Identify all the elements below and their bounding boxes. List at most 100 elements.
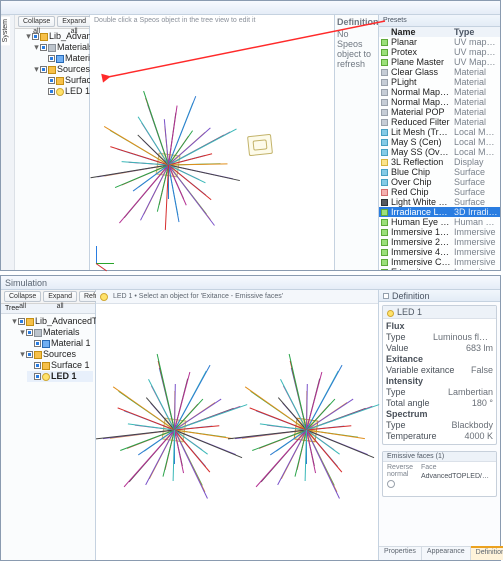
checkbox[interactable] xyxy=(40,44,47,51)
collapse-all-button[interactable]: Collapse all xyxy=(4,291,41,302)
preset-type: Immersive xyxy=(454,227,498,237)
preset-name: Clear Glass xyxy=(391,67,451,77)
checkbox[interactable] xyxy=(34,340,41,347)
preset-icon xyxy=(381,179,388,186)
checkbox[interactable] xyxy=(26,329,33,336)
preset-type: Immersive xyxy=(454,257,498,267)
tree-root[interactable]: ▾Lib_AdvancedTOPLED 48 ▾Materials Materi… xyxy=(11,316,93,382)
tree-material1[interactable]: Material 1 xyxy=(41,53,87,64)
preset-row[interactable]: Material POPMaterial xyxy=(379,107,500,117)
checkbox[interactable] xyxy=(48,88,55,95)
emissive-face-row[interactable]: AdvancedTOPLED/Lens/Remove 1 Fac xyxy=(421,473,492,480)
checkbox[interactable] xyxy=(48,77,55,84)
expand-icon[interactable]: ▾ xyxy=(33,64,40,75)
checkbox[interactable] xyxy=(34,362,41,369)
tree-materials[interactable]: ▾Materials Material 1 xyxy=(19,327,93,349)
expand-icon[interactable]: ▾ xyxy=(19,327,26,338)
checkbox[interactable] xyxy=(40,66,47,73)
prop-value: 180 ° xyxy=(472,398,493,409)
checkbox[interactable] xyxy=(26,351,33,358)
preset-row[interactable]: ProtexUV mapping xyxy=(379,47,500,57)
prop-key: Spectrum xyxy=(386,409,428,420)
tree-header: Tree xyxy=(1,304,95,314)
tab-appearance[interactable]: Appearance xyxy=(422,547,471,560)
preset-row[interactable]: PlanarUV mapping xyxy=(379,37,500,47)
material-icon xyxy=(42,340,50,348)
preset-type: Material xyxy=(454,117,498,127)
lib-icon xyxy=(40,33,48,41)
tab-system[interactable]: System xyxy=(1,15,10,45)
preset-row[interactable]: May SS (Over) FaceLocal Meshi… xyxy=(379,147,500,157)
preset-row[interactable]: PLightMaterial xyxy=(379,77,500,87)
tree-material1[interactable]: Material 1 xyxy=(27,338,93,349)
3d-viewport-lower[interactable]: LED 1 • Select an object for 'Exitance -… xyxy=(96,290,378,560)
tree-root[interactable]: ▾Lib_AdvancedTOPLED 48 ▾Materials Materi… xyxy=(25,31,87,97)
preset-row[interactable]: Over ChipSurface xyxy=(379,177,500,187)
col-header-name[interactable]: Name xyxy=(391,27,451,37)
expand-icon[interactable]: ▾ xyxy=(11,316,18,327)
expand-icon[interactable]: ▾ xyxy=(33,42,40,53)
checkbox[interactable] xyxy=(48,55,55,62)
preset-row[interactable]: 3L ReflectionDisplay xyxy=(379,157,500,167)
tree-surface1[interactable]: Surface 1 xyxy=(41,75,87,86)
preset-row[interactable]: E tensityIntensity xyxy=(379,267,500,270)
preset-type: Immersive xyxy=(454,237,498,247)
preset-row[interactable]: Blue ChipSurface xyxy=(379,167,500,177)
preset-type: 3D Irradiance xyxy=(454,207,498,217)
definition-panel: Definition LED 1 FluxTypeLuminous flux (… xyxy=(378,290,500,560)
tree-surface1[interactable]: Surface 1 xyxy=(27,360,93,371)
dropdown-icon[interactable] xyxy=(383,293,389,299)
tree-led1[interactable]: LED 1 xyxy=(41,86,87,97)
checkbox[interactable] xyxy=(34,373,41,380)
expand-icon[interactable]: ▾ xyxy=(19,349,26,360)
preset-row[interactable]: Irradiance Lambertian3D Irradiance xyxy=(379,207,500,217)
preset-row[interactable]: Red ChipSurface xyxy=(379,187,500,197)
checkbox[interactable] xyxy=(32,33,39,40)
collapse-all-button[interactable]: Collapse all xyxy=(18,16,55,27)
tree-materials[interactable]: ▾Materials Material 1 xyxy=(33,42,87,64)
preset-row[interactable]: Normal Map (BW)Material xyxy=(379,87,500,97)
tree-sources[interactable]: ▾Sources Surface 1 LED 1 xyxy=(33,64,87,97)
preset-row[interactable]: Normal Map (Norm)Material xyxy=(379,97,500,107)
preset-row[interactable]: Immersive 2K stereoImmersive xyxy=(379,237,500,247)
preset-row[interactable]: Human Eye Test pupilHuman Eye xyxy=(379,217,500,227)
reverse-normal-radio[interactable] xyxy=(387,480,395,488)
preset-row[interactable]: Immersive Cube s3 rayImmersive xyxy=(379,257,500,267)
preset-name: Light White D6500 xyxy=(391,197,451,207)
expand-all-button[interactable]: Expand all xyxy=(43,291,77,302)
tree-led1[interactable]: LED 1 xyxy=(27,371,93,382)
preset-icon xyxy=(381,249,388,256)
preset-icon xyxy=(381,229,388,236)
prop-key: Exitance xyxy=(386,354,423,365)
preset-row[interactable]: Immersive 1K stereoImmersive xyxy=(379,227,500,237)
material-icon xyxy=(56,55,64,63)
preset-row[interactable]: May S (Cen)Local Meshi… xyxy=(379,137,500,147)
preset-row[interactable]: Light White D6500Surface xyxy=(379,197,500,207)
prop-key: Total angle xyxy=(386,398,430,409)
prop-key: Value xyxy=(386,343,408,354)
preset-name: Material POP xyxy=(391,107,451,117)
preset-row[interactable]: Plane MasterUV Mapping xyxy=(379,57,500,67)
ray xyxy=(174,365,210,430)
tab-properties[interactable]: Properties xyxy=(379,547,422,560)
tab-definition[interactable]: Definition xyxy=(471,546,503,560)
3d-viewport-upper[interactable]: Double click a Speos object in the tree … xyxy=(90,15,334,270)
prop-key: Variable exitance xyxy=(386,365,454,376)
preset-row[interactable]: Reduced FilterMaterial xyxy=(379,117,500,127)
col-header-type[interactable]: Type xyxy=(454,27,498,37)
prop-key: Flux xyxy=(386,321,405,332)
preset-icon xyxy=(381,269,388,271)
expand-all-button[interactable]: Expand all xyxy=(57,16,91,27)
expand-icon[interactable]: ▾ xyxy=(25,31,32,42)
tree-sources[interactable]: ▾Sources Surface 1 LED 1 xyxy=(19,349,93,382)
preset-row[interactable]: Clear GlassMaterial xyxy=(379,67,500,77)
prop-value: Blackbody xyxy=(451,420,493,431)
preset-type: Local Meshi… xyxy=(454,137,498,147)
preset-row[interactable]: Lit Mesh (Transmission)Local Meshing xyxy=(379,127,500,137)
preset-icon xyxy=(381,139,388,146)
object-tree: ▾Lib_AdvancedTOPLED 48 ▾Materials Materi… xyxy=(15,29,89,101)
preset-row[interactable]: Immersive 4K stereoImmersive xyxy=(379,247,500,257)
preset-name: Human Eye Test pupil xyxy=(391,217,451,227)
folder-icon xyxy=(34,329,42,337)
checkbox[interactable] xyxy=(18,318,25,325)
